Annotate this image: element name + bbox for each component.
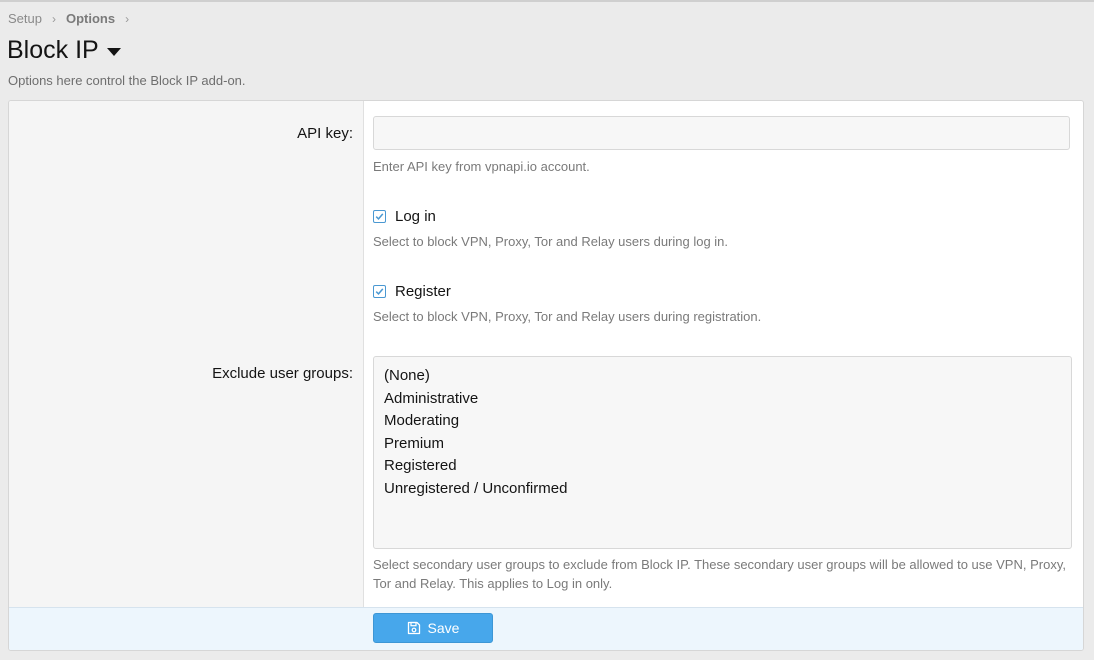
form-footer: Save — [9, 607, 1083, 650]
login-checkbox-row[interactable]: Log in — [373, 208, 436, 225]
login-hint: Select to block VPN, Proxy, Tor and Rela… — [373, 234, 729, 249]
exclude-groups-option[interactable]: Registered — [384, 455, 1061, 478]
options-form: API key: Enter API key from vpnapi.io ac… — [8, 100, 1084, 651]
exclude-groups-option[interactable]: Administrative — [384, 388, 1061, 411]
breadcrumb-separator-icon: › — [51, 11, 56, 26]
checkmark-icon — [375, 288, 384, 296]
page-title: Block IP — [7, 36, 99, 64]
register-label: Register — [395, 283, 451, 300]
exclude-groups-option[interactable]: (None) — [384, 365, 1061, 388]
exclude-groups-select[interactable]: (None) Administrative Moderating Premium… — [373, 356, 1072, 549]
label-column — [9, 101, 364, 607]
save-button[interactable]: Save — [373, 613, 493, 643]
api-key-input[interactable] — [373, 116, 1070, 150]
caret-down-icon — [106, 47, 121, 56]
breadcrumb-setup[interactable]: Setup — [8, 11, 42, 26]
save-icon — [407, 621, 421, 635]
api-key-hint: Enter API key from vpnapi.io account. — [373, 159, 590, 174]
page-title-menu[interactable]: Block IP — [7, 36, 121, 65]
page-description: Options here control the Block IP add-on… — [8, 73, 246, 88]
login-label: Log in — [395, 208, 436, 225]
api-key-label: API key: — [297, 125, 353, 142]
register-hint: Select to block VPN, Proxy, Tor and Rela… — [373, 309, 762, 324]
breadcrumb: Setup › Options › — [8, 11, 139, 26]
exclude-groups-option[interactable]: Unregistered / Unconfirmed — [384, 478, 1061, 501]
save-button-label: Save — [427, 620, 460, 636]
login-checkbox[interactable] — [373, 210, 386, 223]
checkmark-icon — [375, 213, 384, 221]
breadcrumb-options[interactable]: Options — [66, 11, 115, 26]
top-border — [0, 0, 1094, 2]
breadcrumb-separator-icon: › — [125, 11, 130, 26]
register-checkbox[interactable] — [373, 285, 386, 298]
exclude-groups-option[interactable]: Premium — [384, 433, 1061, 456]
exclude-groups-hint: Select secondary user groups to exclude … — [373, 557, 1066, 591]
exclude-groups-label: Exclude user groups: — [212, 365, 353, 382]
register-checkbox-row[interactable]: Register — [373, 283, 451, 300]
exclude-groups-option[interactable]: Moderating — [384, 410, 1061, 433]
